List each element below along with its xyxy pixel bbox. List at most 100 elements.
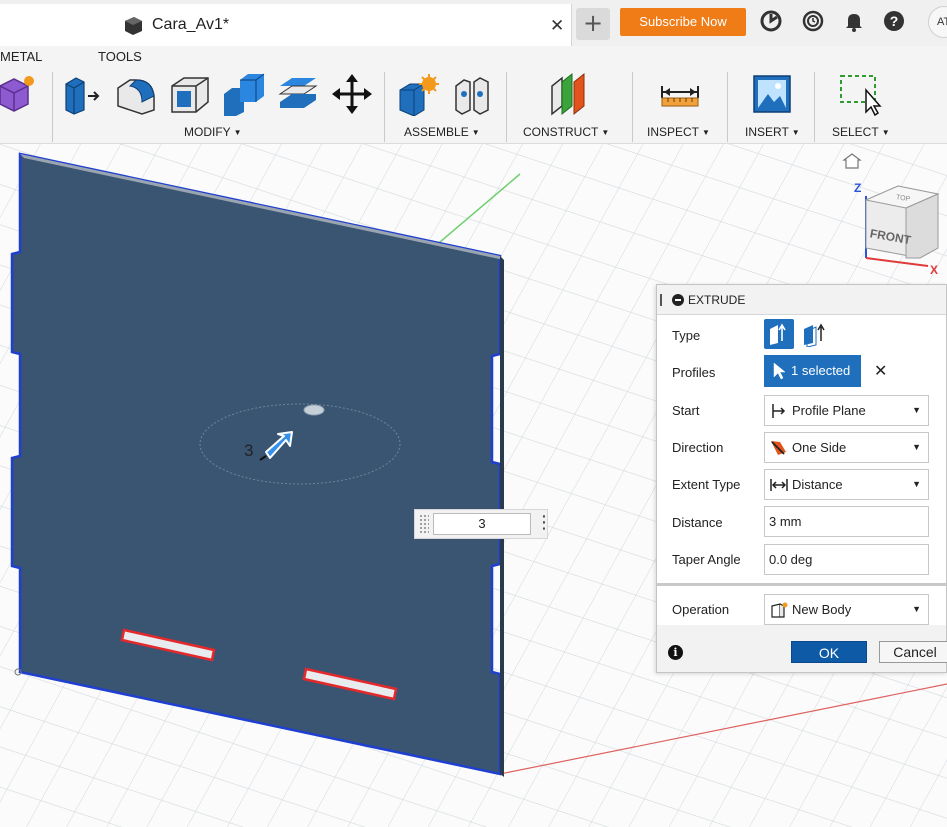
close-tab-icon[interactable]: ✕ [550, 16, 564, 36]
new-component-icon[interactable] [396, 72, 440, 116]
chevron-down-icon: ▼ [702, 128, 710, 137]
drag-handle[interactable] [660, 294, 662, 306]
chevron-down-icon: ▼ [912, 479, 921, 489]
solid-extrude-icon [770, 323, 786, 345]
ok-button[interactable]: OK [791, 641, 867, 663]
insert-menu[interactable]: INSERT ▼ [745, 125, 800, 139]
type-label: Type [672, 328, 701, 343]
more-options-icon[interactable]: ⋮ [535, 512, 553, 534]
home-icon [842, 153, 862, 169]
document-tab-bar: Cara_Av1* ✕ + Subscribe Now ? AT [0, 0, 947, 46]
select-icon[interactable] [838, 72, 882, 116]
ribbon-toolbar: METAL TOOLS MODIFY ▼ ASSEMBLE ▼ CONSTRUC… [0, 46, 947, 144]
toolbar-separator [384, 72, 385, 142]
taper-angle-label: Taper Angle [672, 552, 741, 567]
joint-icon[interactable] [450, 72, 494, 116]
construct-label: CONSTRUCT [523, 125, 599, 139]
new-tab-button[interactable]: + [576, 8, 610, 40]
select-menu[interactable]: SELECT ▼ [832, 125, 890, 139]
move-copy-icon[interactable] [330, 72, 374, 116]
distance-drag-arrow-icon[interactable] [256, 430, 296, 466]
new-body-icon [771, 602, 788, 618]
shell-icon[interactable] [168, 72, 212, 116]
inspect-label: INSPECT [647, 125, 700, 139]
operation-label: Operation [672, 602, 730, 617]
chevron-down-icon: ▼ [881, 128, 890, 137]
profile-plane-icon [772, 404, 786, 418]
offset-plane-icon[interactable] [546, 72, 590, 116]
chevron-down-icon: ▼ [471, 128, 480, 137]
info-icon[interactable]: i [668, 645, 683, 660]
collapse-icon[interactable] [672, 294, 684, 306]
toolbar-separator [632, 72, 633, 142]
chevron-down-icon: ▼ [233, 128, 242, 137]
insert-label: INSERT [745, 125, 789, 139]
toolbar-separator [814, 72, 815, 142]
cancel-button[interactable]: Cancel [879, 641, 947, 663]
toolbar-separator [52, 72, 53, 142]
document-body-icon [125, 17, 142, 35]
axis-x-label: X [930, 263, 938, 275]
select-label: SELECT [832, 125, 879, 139]
extent-type-value: Distance [792, 477, 843, 492]
extent-type-dropdown[interactable]: Distance ▼ [764, 469, 929, 500]
extrude-dialog: EXTRUDE Type Profiles 1 selected ✕ Start [656, 284, 947, 673]
chevron-down-icon: ▼ [912, 604, 921, 614]
profiles-selection-button[interactable]: 1 selected [764, 355, 861, 387]
design-viewport[interactable]: 3 3 ⋮ Z X FRONT TOP EXTRUDE Type Profile… [0, 144, 947, 827]
operation-value: New Body [792, 602, 852, 617]
drag-grip-icon[interactable] [419, 514, 429, 534]
fillet-icon[interactable] [114, 72, 158, 116]
measure-icon[interactable] [658, 72, 702, 116]
svg-text:?: ? [890, 13, 899, 29]
direction-label: Direction [672, 440, 724, 455]
job-status-icon[interactable] [760, 10, 782, 32]
cursor-icon [773, 362, 786, 380]
manipulator-handle[interactable] [303, 404, 325, 416]
create-form-icon[interactable] [0, 72, 38, 116]
operation-dropdown[interactable]: New Body ▼ [764, 594, 929, 625]
dialog-title: EXTRUDE [688, 293, 746, 307]
inspect-menu[interactable]: INSPECT ▼ [647, 125, 710, 139]
chevron-down-icon: ▼ [912, 442, 921, 452]
extrude-type-solid-button[interactable] [764, 319, 794, 349]
distance-value-input[interactable]: 3 [433, 513, 531, 535]
history-clock-icon[interactable] [802, 10, 824, 32]
press-pull-icon[interactable] [60, 72, 104, 116]
taper-angle-field[interactable]: 0.0 deg [764, 544, 929, 575]
view-cube[interactable]: Z X FRONT TOP [836, 150, 947, 275]
offset-face-icon[interactable] [276, 72, 320, 116]
notifications-bell-icon[interactable] [843, 10, 865, 32]
extent-type-label: Extent Type [672, 477, 741, 492]
extrude-dialog-header[interactable]: EXTRUDE [657, 285, 946, 315]
distance-extent-icon [770, 479, 788, 491]
direction-dropdown[interactable]: One Side ▼ [764, 432, 929, 463]
subscribe-now-button[interactable]: Subscribe Now [620, 8, 746, 36]
combine-icon[interactable] [222, 72, 266, 116]
assemble-menu[interactable]: ASSEMBLE ▼ [404, 125, 480, 139]
dimension-label: 3 [244, 441, 254, 460]
help-icon[interactable]: ? [883, 10, 905, 32]
chevron-down-icon: ▼ [791, 128, 800, 137]
user-avatar[interactable]: AT [928, 6, 947, 38]
direction-value: One Side [792, 440, 847, 455]
toolbar-separator [506, 72, 507, 142]
insert-canvas-icon[interactable] [750, 72, 794, 116]
toolbar-separator [727, 72, 728, 142]
modify-label: MODIFY [184, 125, 231, 139]
profiles-label: Profiles [672, 365, 716, 380]
thin-extrude-icon[interactable] [801, 321, 827, 347]
distance-label: Distance [672, 515, 723, 530]
workspace-tab-sheet-metal[interactable]: METAL [0, 49, 42, 64]
assemble-label: ASSEMBLE [404, 125, 469, 139]
chevron-down-icon: ▼ [912, 405, 921, 415]
axis-z-label: Z [854, 181, 861, 195]
distance-field[interactable]: 3 mm [764, 506, 929, 537]
clear-selection-icon[interactable]: ✕ [874, 361, 887, 380]
chevron-down-icon: ▼ [601, 128, 610, 137]
modify-menu[interactable]: MODIFY ▼ [184, 125, 242, 139]
document-tab[interactable]: Cara_Av1* ✕ [0, 4, 572, 46]
workspace-tab-tools[interactable]: TOOLS [98, 49, 142, 64]
construct-menu[interactable]: CONSTRUCT ▼ [523, 125, 609, 139]
start-dropdown[interactable]: Profile Plane ▼ [764, 395, 929, 426]
